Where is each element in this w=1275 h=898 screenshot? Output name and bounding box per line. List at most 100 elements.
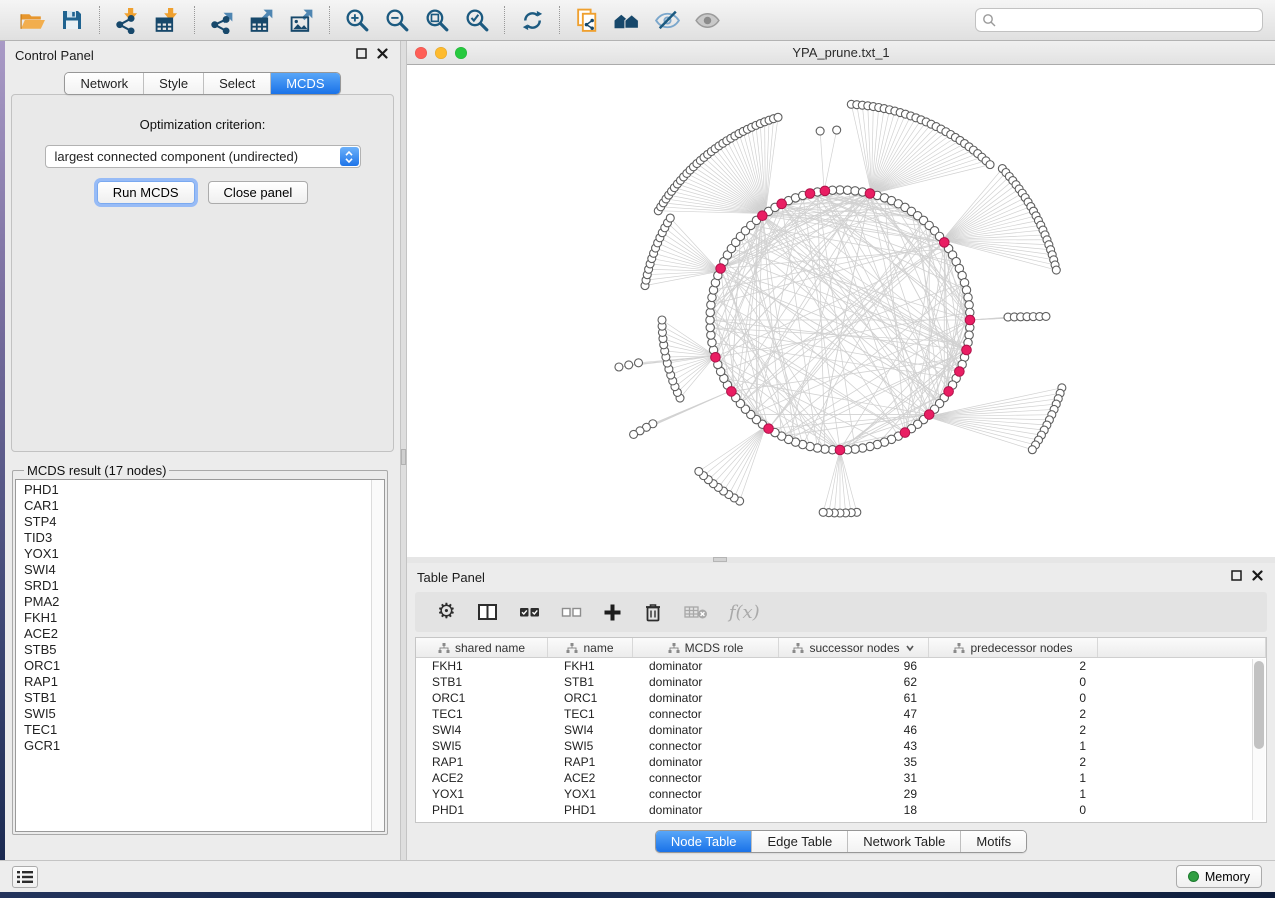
column-header-mcds-role[interactable]: MCDS role bbox=[633, 638, 779, 657]
mcds-node-item[interactable]: PMA2 bbox=[24, 594, 384, 610]
mcds-list-scrollbar[interactable] bbox=[371, 480, 384, 831]
tab-edge-table[interactable]: Edge Table bbox=[751, 831, 847, 852]
table-cell: PHD1 bbox=[548, 802, 633, 818]
table-cell: PHD1 bbox=[416, 802, 548, 818]
import-network-button[interactable] bbox=[107, 3, 147, 37]
run-mcds-button[interactable]: Run MCDS bbox=[97, 181, 195, 204]
table-cell: 2 bbox=[929, 754, 1098, 770]
zoom-out-button[interactable] bbox=[377, 3, 417, 37]
tab-network[interactable]: Network bbox=[65, 73, 143, 94]
mcds-node-item[interactable]: FKH1 bbox=[24, 610, 384, 626]
table-cell: 61 bbox=[779, 690, 929, 706]
table-row[interactable]: PHD1PHD1dominator180 bbox=[416, 802, 1266, 818]
toolbar-separator bbox=[329, 6, 330, 34]
tab-mcds[interactable]: MCDS bbox=[270, 73, 339, 94]
table-cell: 35 bbox=[779, 754, 929, 770]
table-cell: ORC1 bbox=[548, 690, 633, 706]
splitter-grip[interactable] bbox=[401, 449, 406, 465]
delete-table-button-disabled[interactable] bbox=[684, 603, 708, 621]
mcds-node-item[interactable]: TID3 bbox=[24, 530, 384, 546]
table-cell: dominator bbox=[633, 722, 779, 738]
mcds-node-item[interactable]: ORC1 bbox=[24, 658, 384, 674]
mcds-node-item[interactable]: ACE2 bbox=[24, 626, 384, 642]
mcds-node-item[interactable]: YOX1 bbox=[24, 546, 384, 562]
float-panel-icon[interactable] bbox=[356, 48, 367, 59]
export-network-icon bbox=[209, 7, 236, 34]
table-cell: YOX1 bbox=[548, 786, 633, 802]
export-network-button[interactable] bbox=[202, 3, 242, 37]
scrollbar-thumb[interactable] bbox=[1254, 661, 1264, 749]
tab-style[interactable]: Style bbox=[143, 73, 203, 94]
split-panel-button[interactable] bbox=[477, 602, 498, 622]
table-cell: 0 bbox=[929, 802, 1098, 818]
column-header-shared-name[interactable]: shared name bbox=[416, 638, 548, 657]
export-table-icon bbox=[249, 7, 276, 34]
table-row[interactable]: ORC1ORC1dominator610 bbox=[416, 690, 1266, 706]
delete-entry-button[interactable] bbox=[643, 602, 663, 623]
table-row[interactable]: TEC1TEC1connector472 bbox=[416, 706, 1266, 722]
mcds-node-item[interactable]: STB1 bbox=[24, 690, 384, 706]
open-file-button[interactable] bbox=[12, 3, 52, 37]
mcds-node-item[interactable]: SRD1 bbox=[24, 578, 384, 594]
application-window: Control Panel NetworkStyleSelectMCDS Opt… bbox=[0, 0, 1275, 892]
zoom-fit-button[interactable] bbox=[417, 3, 457, 37]
table-row[interactable]: RAP1RAP1dominator352 bbox=[416, 754, 1266, 770]
save-session-button[interactable] bbox=[52, 3, 92, 37]
table-row[interactable]: STB1STB1dominator620 bbox=[416, 674, 1266, 690]
column-header-successor-nodes[interactable]: successor nodes bbox=[779, 638, 929, 657]
network-graph[interactable] bbox=[407, 65, 1275, 557]
share-network-clipboard-button[interactable] bbox=[567, 3, 607, 37]
table-row[interactable]: SWI4SWI4dominator462 bbox=[416, 722, 1266, 738]
tab-motifs[interactable]: Motifs bbox=[960, 831, 1026, 852]
close-panel-icon[interactable] bbox=[377, 48, 388, 59]
mcds-node-item[interactable]: SWI4 bbox=[24, 562, 384, 578]
splitter-grip[interactable] bbox=[713, 557, 727, 562]
float-panel-icon[interactable] bbox=[1231, 570, 1242, 581]
table-cell: ORC1 bbox=[416, 690, 548, 706]
table-row[interactable]: ACE2ACE2connector311 bbox=[416, 770, 1266, 786]
refresh-view-button[interactable] bbox=[512, 3, 552, 37]
zoom-selected-button[interactable] bbox=[457, 3, 497, 37]
mcds-node-item[interactable]: STB5 bbox=[24, 642, 384, 658]
home-view-button[interactable] bbox=[607, 3, 647, 37]
deselect-all-button[interactable] bbox=[561, 602, 582, 622]
add-entry-button[interactable] bbox=[603, 603, 622, 622]
select-all-button[interactable] bbox=[519, 602, 540, 622]
search-input[interactable] bbox=[1000, 13, 1256, 27]
zoom-in-button[interactable] bbox=[337, 3, 377, 37]
close-panel-button[interactable]: Close panel bbox=[208, 181, 309, 204]
table-row[interactable]: YOX1YOX1connector291 bbox=[416, 786, 1266, 802]
import-table-button[interactable] bbox=[147, 3, 187, 37]
optimization-criterion-select[interactable]: largest connected component (undirected) bbox=[45, 145, 361, 168]
mcds-node-item[interactable]: PHD1 bbox=[24, 482, 384, 498]
export-table-button[interactable] bbox=[242, 3, 282, 37]
memory-button[interactable]: Memory bbox=[1176, 865, 1262, 888]
mcds-node-item[interactable]: TEC1 bbox=[24, 722, 384, 738]
mcds-node-item[interactable]: CAR1 bbox=[24, 498, 384, 514]
table-row[interactable]: SWI5SWI5connector431 bbox=[416, 738, 1266, 754]
tab-network-table[interactable]: Network Table bbox=[847, 831, 960, 852]
vertical-splitter[interactable] bbox=[400, 41, 407, 860]
export-image-button[interactable] bbox=[282, 3, 322, 37]
mcds-node-item[interactable]: STP4 bbox=[24, 514, 384, 530]
mcds-node-item[interactable]: GCR1 bbox=[24, 738, 384, 754]
control-panel-title: Control Panel bbox=[15, 48, 94, 63]
network-canvas[interactable] bbox=[407, 65, 1275, 557]
network-title: YPA_prune.txt_1 bbox=[407, 45, 1275, 60]
table-scrollbar[interactable] bbox=[1252, 659, 1265, 820]
column-header-name[interactable]: name bbox=[548, 638, 633, 657]
table-cell: FKH1 bbox=[416, 658, 548, 674]
function-builder-button-disabled[interactable]: f(x) bbox=[729, 602, 760, 623]
table-cell: 18 bbox=[779, 802, 929, 818]
tab-select[interactable]: Select bbox=[203, 73, 270, 94]
mcds-node-item[interactable]: RAP1 bbox=[24, 674, 384, 690]
table-settings-button[interactable]: ⚙ bbox=[437, 602, 456, 622]
column-header-predecessor-nodes[interactable]: predecessor nodes bbox=[929, 638, 1098, 657]
show-log-button[interactable] bbox=[12, 866, 38, 888]
table-row[interactable]: FKH1FKH1dominator962 bbox=[416, 658, 1266, 674]
tab-node-table[interactable]: Node Table bbox=[656, 831, 752, 852]
hide-selected-button[interactable] bbox=[647, 3, 687, 37]
show-all-button[interactable] bbox=[687, 3, 727, 37]
close-panel-icon[interactable] bbox=[1252, 570, 1263, 581]
mcds-node-item[interactable]: SWI5 bbox=[24, 706, 384, 722]
